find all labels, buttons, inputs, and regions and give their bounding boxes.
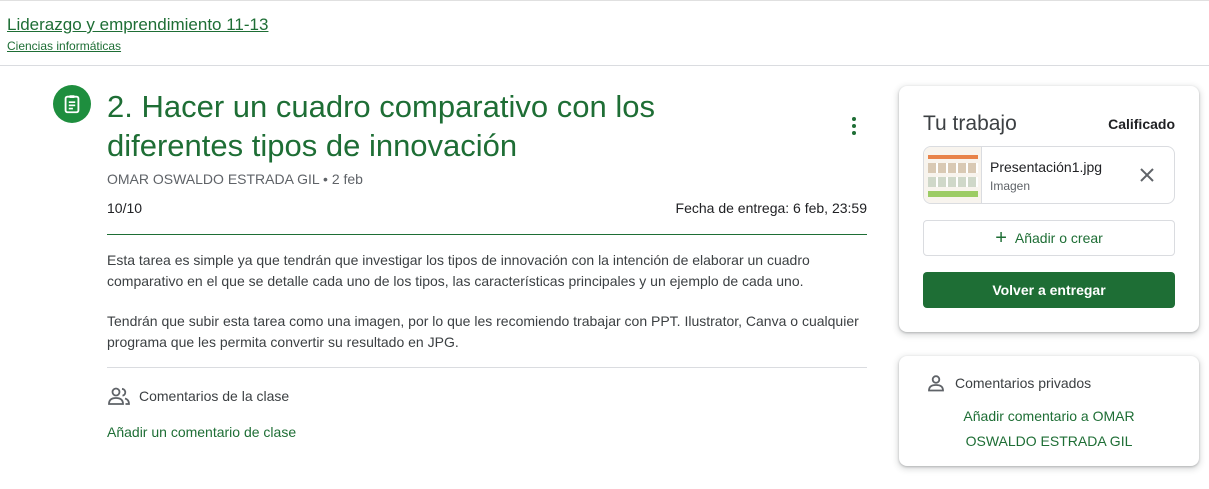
remove-attachment-button[interactable] xyxy=(1136,164,1158,186)
attachment-type: Imagen xyxy=(990,179,1031,193)
close-icon xyxy=(1140,168,1154,182)
assignment-meta: OMAR OSWALDO ESTRADA GIL • 2 feb xyxy=(107,171,363,187)
add-private-comment-link[interactable]: Añadir comentario a OMAR OSWALDO ESTRADA… xyxy=(939,404,1159,454)
attachment-thumbnail xyxy=(924,147,982,203)
person-icon xyxy=(928,375,944,392)
add-class-comment-link[interactable]: Añadir un comentario de clase xyxy=(107,424,296,440)
meta-separator: • xyxy=(323,171,332,187)
class-header: Liderazgo y emprendimiento 11-13 Ciencia… xyxy=(0,0,1209,66)
plus-icon: + xyxy=(995,227,1007,249)
assignment-description: Esta tarea es simple ya que tendrán que … xyxy=(107,250,867,372)
attachment-name: Presentación1.jpg xyxy=(990,159,1103,175)
resubmit-button[interactable]: Volver a entregar xyxy=(923,272,1175,308)
comments-divider xyxy=(107,367,867,368)
description-paragraph: Esta tarea es simple ya que tendrán que … xyxy=(107,252,810,289)
attachment-item[interactable]: Presentación1.jpg Imagen xyxy=(923,146,1175,204)
grade-value: 10/10 xyxy=(107,200,143,216)
more-options-button[interactable] xyxy=(840,112,868,140)
more-vert-icon xyxy=(852,117,856,135)
people-icon xyxy=(108,387,130,405)
private-comments-card: Comentarios privados Añadir comentario a… xyxy=(899,356,1199,466)
class-subtitle-link[interactable]: Ciencias informáticas xyxy=(7,39,121,53)
class-comments-header: Comentarios de la clase xyxy=(107,385,289,407)
private-comments-header: Comentarios privados xyxy=(927,374,1091,392)
assignment-icon xyxy=(53,85,91,123)
your-work-title: Tu trabajo xyxy=(923,112,1017,135)
class-title-link[interactable]: Liderazgo y emprendimiento 11-13 xyxy=(7,15,268,35)
assignment-title: 2. Hacer un cuadro comparativo con los d… xyxy=(107,89,655,163)
private-comments-label: Comentarios privados xyxy=(955,375,1092,391)
your-work-card: Tu trabajo Calificado Presentación1.jpg … xyxy=(899,86,1199,332)
post-date: 2 feb xyxy=(331,171,363,187)
author-name: OMAR OSWALDO ESTRADA GIL xyxy=(107,171,320,187)
work-status-badge: Calificado xyxy=(1108,116,1175,132)
class-comments-label: Comentarios de la clase xyxy=(139,388,290,404)
title-divider xyxy=(107,234,867,235)
due-date: Fecha de entrega: 6 feb, 23:59 xyxy=(675,200,867,216)
description-paragraph: Tendrán que subir esta tarea como una im… xyxy=(107,313,859,350)
add-or-create-button[interactable]: + Añadir o crear xyxy=(923,220,1175,256)
add-or-create-label: Añadir o crear xyxy=(1014,230,1103,246)
